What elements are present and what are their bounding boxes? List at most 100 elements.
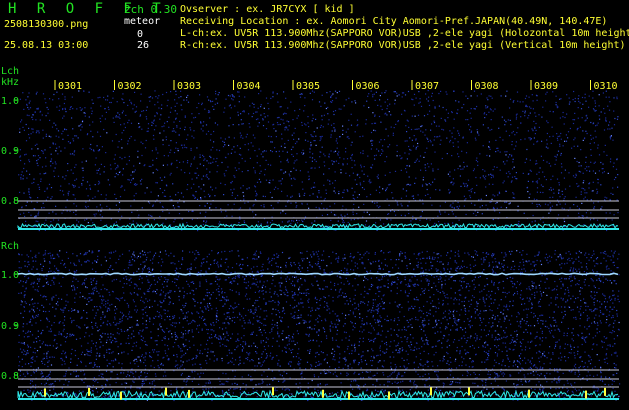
lch-noise-dot <box>119 156 121 158</box>
lch-noise-dot <box>476 184 478 186</box>
lch-noise-dot <box>126 163 128 165</box>
lch-noise-dot <box>615 176 617 179</box>
rch-noise-dot <box>103 395 105 398</box>
lch-noise-dot <box>616 118 619 120</box>
lch-noise-dot <box>544 203 547 205</box>
lch-noise-dot <box>608 96 610 98</box>
rch-noise-dot <box>559 345 561 347</box>
lch-noise-dot <box>577 145 579 147</box>
rch-noise-dot <box>111 352 113 354</box>
lch-noise-dot <box>291 184 293 187</box>
lch-noise-dot <box>386 198 388 200</box>
rch-noise-dot <box>344 364 346 366</box>
lch-noise-dot <box>25 205 27 207</box>
rch-noise-dot <box>379 360 381 362</box>
rch-noise-dot <box>39 395 41 397</box>
lch-noise-dot <box>597 122 599 124</box>
rch-noise-dot <box>582 336 584 338</box>
lch-noise-dot <box>341 216 343 218</box>
lch-noise-dot <box>340 214 342 216</box>
lch-noise-dot <box>281 169 283 171</box>
rch-noise-dot <box>134 309 136 311</box>
lch-noise-dot <box>457 141 459 143</box>
rch-noise-dot <box>226 331 228 333</box>
lch-noise-dot <box>127 179 129 181</box>
rch-noise-dot <box>233 388 235 390</box>
lch-noise-dot <box>79 124 81 127</box>
lch-noise-dot <box>373 122 376 124</box>
lch-noise-dot <box>255 214 257 216</box>
rch-noise-dot <box>250 333 252 336</box>
lch-noise-dot <box>194 172 196 174</box>
lch-noise-dot <box>68 190 70 193</box>
rch-noise-dot <box>387 376 389 378</box>
rch-noise-dot <box>543 375 546 377</box>
lch-noise-dot <box>536 173 538 175</box>
lch-noise-dot <box>356 213 358 215</box>
lch-noise-dot <box>32 118 34 121</box>
lch-noise-dot <box>287 107 289 109</box>
lch-noise-dot <box>255 195 257 197</box>
lch-noise-dot <box>281 133 283 135</box>
lch-noise-dot <box>270 164 272 166</box>
rch-noise-dot <box>104 316 106 318</box>
lch-noise-dot <box>515 141 517 143</box>
lch-noise-dot <box>52 162 54 164</box>
rch-noise-dot <box>141 271 143 273</box>
rch-noise-dot <box>455 367 458 369</box>
lch-noise-dot <box>217 124 219 126</box>
lch-noise-dot <box>205 211 207 213</box>
lch-noise-dot <box>294 127 296 129</box>
lch-noise-dot <box>590 149 592 151</box>
lch-noise-dot <box>22 178 24 180</box>
rch-noise-dot <box>218 335 220 337</box>
lch-noise-dot <box>545 146 547 148</box>
rch-noise-dot <box>142 261 144 263</box>
rch-noise-dot <box>287 388 289 390</box>
lch-noise-dot <box>230 189 232 191</box>
lch-noise-dot <box>363 203 365 205</box>
rch-noise-dot <box>70 358 72 360</box>
lch-noise-dot <box>297 115 299 117</box>
lch-noise-dot <box>386 108 388 110</box>
rch-noise-dot <box>408 280 410 282</box>
lch-noise-dot <box>397 120 399 123</box>
lch-noise-dot <box>243 220 245 222</box>
lch-noise-dot <box>252 211 254 213</box>
lch-noise-dot <box>36 201 38 203</box>
lch-noise-dot <box>99 173 101 175</box>
rch-noise-dot <box>75 370 77 373</box>
lch-noise-dot <box>117 112 119 114</box>
lch-noise-dot <box>387 105 389 107</box>
rch-noise-dot <box>293 340 295 342</box>
lch-noise-dot <box>602 168 604 170</box>
lch-noise-dot <box>247 170 249 172</box>
lch-noise-dot <box>584 137 586 139</box>
rch-noise-dot <box>342 257 344 259</box>
rch-noise-dot <box>452 311 454 313</box>
rch-noise-dot <box>236 306 238 308</box>
rch-noise-dot <box>417 264 419 266</box>
lch-noise-dot <box>608 109 611 111</box>
rch-noise-dot <box>127 374 129 376</box>
rch-noise-dot <box>246 298 248 300</box>
lch-noise-dot <box>67 192 69 194</box>
lch-noise-dot <box>164 189 166 191</box>
lch-noise-dot <box>528 196 530 199</box>
rch-noise-dot <box>504 318 506 320</box>
rch-noise-dot <box>130 371 132 373</box>
lch-noise-dot <box>401 113 403 115</box>
lch-noise-dot <box>485 204 487 206</box>
rch-noise-dot <box>320 341 322 343</box>
rch-noise-dot <box>218 291 220 293</box>
lch-noise-dot <box>242 110 244 113</box>
rch-noise-dot <box>597 263 599 265</box>
lch-noise-dot <box>256 155 258 157</box>
rch-noise-dot <box>506 315 508 317</box>
rch-noise-dot <box>474 311 477 313</box>
rch-noise-dot <box>184 315 186 317</box>
lch-noise-dot <box>449 130 451 132</box>
lch-noise-dot <box>405 195 407 197</box>
lch-noise-dot <box>326 214 329 216</box>
rch-noise-dot <box>498 363 500 365</box>
